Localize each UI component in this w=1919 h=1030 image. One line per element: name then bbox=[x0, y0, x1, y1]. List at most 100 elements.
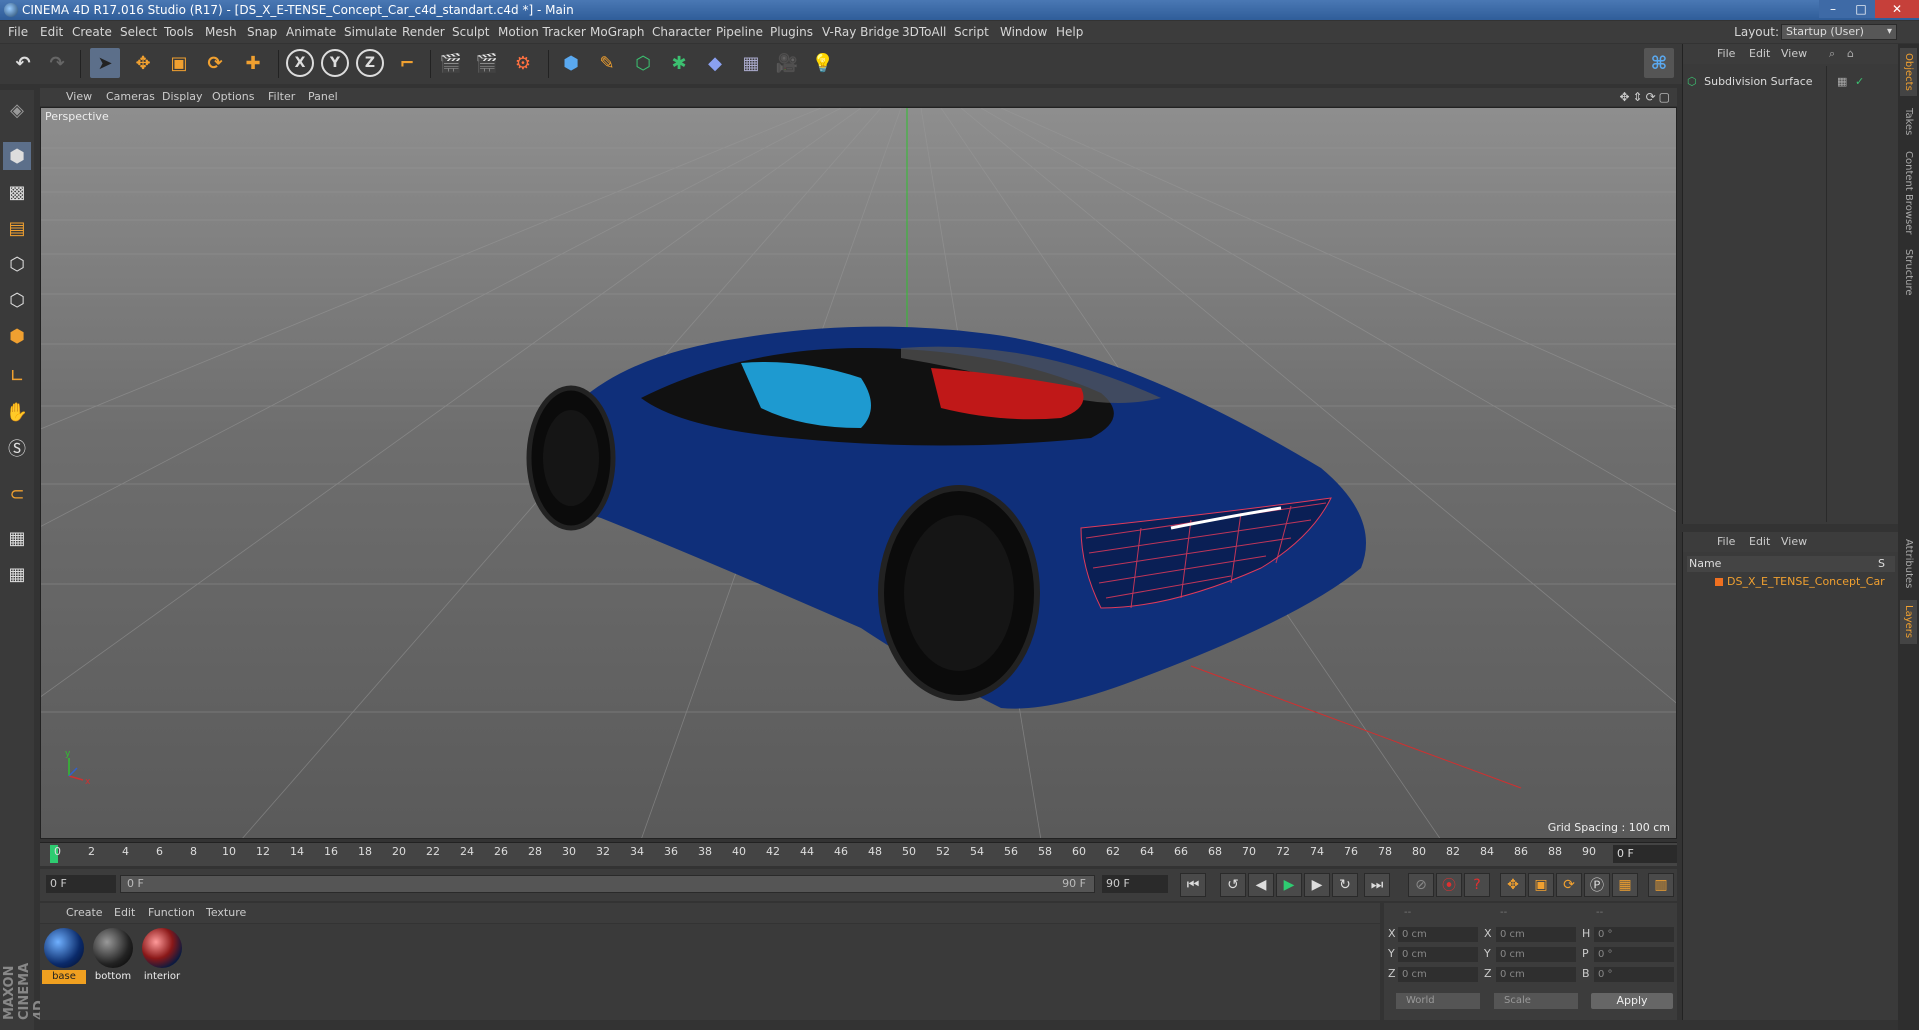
size-z-field[interactable]: 0 cm bbox=[1496, 967, 1576, 982]
tab-structure[interactable]: Structure bbox=[1900, 244, 1917, 300]
position-y-field[interactable]: 0 cm bbox=[1398, 947, 1478, 962]
viewport-menu-options[interactable]: Options bbox=[212, 88, 254, 106]
camera-icon[interactable]: 🎥 bbox=[772, 48, 802, 78]
timeline-window-icon[interactable]: ▥ bbox=[1648, 873, 1674, 897]
lower-menu-view[interactable]: View bbox=[1781, 532, 1807, 552]
model-mode-icon[interactable]: ⬢ bbox=[3, 142, 31, 170]
python-script-icon[interactable]: ⌘ bbox=[1644, 48, 1674, 78]
deformer-icon[interactable]: ◆ bbox=[700, 48, 730, 78]
menu-snap[interactable]: Snap bbox=[247, 21, 277, 43]
object-visibility-icon[interactable]: ▦ bbox=[1837, 74, 1847, 90]
menu-plugins[interactable]: Plugins bbox=[770, 21, 813, 43]
start-frame-field[interactable]: 0 F bbox=[46, 875, 116, 893]
menu-motion-tracker[interactable]: Motion Tracker bbox=[498, 21, 586, 43]
material-menu-edit[interactable]: Edit bbox=[114, 903, 135, 923]
key-parameter-icon[interactable]: Ⓟ bbox=[1584, 873, 1610, 897]
key-scale-icon[interactable]: ▣ bbox=[1528, 873, 1554, 897]
menu-file[interactable]: File bbox=[8, 21, 28, 43]
size-mode-select[interactable]: Scale bbox=[1494, 993, 1578, 1009]
select-arrow-icon[interactable]: ➤ bbox=[90, 48, 120, 78]
snap-icon[interactable]: Ⓢ bbox=[3, 434, 31, 462]
material-menu-texture[interactable]: Texture bbox=[206, 903, 246, 923]
menu-script[interactable]: Script bbox=[954, 21, 989, 43]
previous-frame-icon[interactable]: ◀ bbox=[1248, 873, 1274, 897]
menu-window[interactable]: Window bbox=[1000, 21, 1047, 43]
position-z-field[interactable]: 0 cm bbox=[1398, 967, 1478, 982]
next-keyframe-icon[interactable]: ↻ bbox=[1332, 873, 1358, 897]
undo-icon[interactable]: ↶ bbox=[8, 48, 38, 78]
viewport-menu-panel[interactable]: Panel bbox=[308, 88, 338, 106]
next-frame-icon[interactable]: ▶ bbox=[1304, 873, 1330, 897]
rotation-h-field[interactable]: 0 ° bbox=[1594, 927, 1674, 942]
cube-primitive-icon[interactable]: ⬢ bbox=[556, 48, 586, 78]
lower-menu-file[interactable]: File bbox=[1717, 532, 1735, 552]
menu-pipeline[interactable]: Pipeline bbox=[716, 21, 763, 43]
keyframe-selection-icon[interactable]: ? bbox=[1464, 873, 1490, 897]
end-frame-field[interactable]: 90 F bbox=[1102, 875, 1168, 893]
points-mode-icon[interactable]: ⬡ bbox=[3, 250, 31, 278]
object-home-icon[interactable]: ⌂ bbox=[1847, 44, 1854, 64]
car-model[interactable] bbox=[526, 326, 1366, 709]
polygons-mode-icon[interactable]: ⬢ bbox=[3, 322, 31, 350]
texture-mode-icon[interactable]: ▩ bbox=[3, 178, 31, 206]
object-search-icon[interactable]: ⌕ bbox=[1829, 44, 1835, 64]
maximize-button[interactable]: □ bbox=[1847, 0, 1875, 18]
layout-select[interactable]: Startup (User) bbox=[1781, 24, 1897, 40]
menu-3dtoall[interactable]: 3DToAll bbox=[902, 21, 946, 43]
z-axis-lock-button[interactable]: Z bbox=[356, 49, 384, 77]
material-menu-create[interactable]: Create bbox=[66, 903, 103, 923]
key-rotation-icon[interactable]: ⟳ bbox=[1556, 873, 1582, 897]
material-swatch-base[interactable]: base bbox=[42, 928, 86, 984]
menu-simulate[interactable]: Simulate bbox=[344, 21, 397, 43]
perspective-viewport[interactable]: y x Perspective Grid Spacing : 100 cm bbox=[40, 107, 1677, 839]
subdivision-surface-icon[interactable]: ⬡ bbox=[628, 48, 658, 78]
menu-sculpt[interactable]: Sculpt bbox=[452, 21, 489, 43]
rotate-icon[interactable]: ⟳ bbox=[200, 48, 230, 78]
material-menu-function[interactable]: Function bbox=[148, 903, 195, 923]
name-column-header[interactable]: Name S bbox=[1687, 556, 1895, 572]
record-keys-icon[interactable]: ⊘ bbox=[1408, 873, 1434, 897]
redo-icon[interactable]: ↷ bbox=[42, 48, 72, 78]
menu-render[interactable]: Render bbox=[402, 21, 445, 43]
apply-button[interactable]: Apply bbox=[1591, 993, 1673, 1009]
object-menu-file[interactable]: File bbox=[1717, 44, 1735, 64]
make-editable-icon[interactable]: ◈ bbox=[3, 96, 31, 124]
object-menu-view[interactable]: View bbox=[1781, 44, 1807, 64]
menu-edit[interactable]: Edit bbox=[40, 21, 63, 43]
coordinate-mode-select[interactable]: World bbox=[1396, 993, 1480, 1009]
menu-select[interactable]: Select bbox=[120, 21, 157, 43]
tab-layers[interactable]: Layers bbox=[1900, 600, 1917, 644]
key-pla-icon[interactable]: ▦ bbox=[1612, 873, 1638, 897]
tab-attributes[interactable]: Attributes bbox=[1900, 534, 1917, 594]
render-settings-icon[interactable]: ⚙ bbox=[508, 48, 538, 78]
play-icon[interactable]: ▶ bbox=[1276, 873, 1302, 897]
size-x-field[interactable]: 0 cm bbox=[1496, 927, 1576, 942]
position-x-field[interactable]: 0 cm bbox=[1398, 927, 1478, 942]
tab-objects[interactable]: Objects bbox=[1900, 48, 1917, 96]
lower-menu-edit[interactable]: Edit bbox=[1749, 532, 1770, 552]
coordinate-system-icon[interactable]: ⌐ bbox=[392, 48, 422, 78]
menu-help[interactable]: Help bbox=[1056, 21, 1083, 43]
menu-create[interactable]: Create bbox=[72, 21, 112, 43]
object-row-subdivision-surface[interactable]: ⬡ Subdivision Surface ▦ ✓ bbox=[1687, 74, 1895, 90]
menu-mesh[interactable]: Mesh bbox=[205, 21, 237, 43]
object-menu-edit[interactable]: Edit bbox=[1749, 44, 1770, 64]
spline-pen-icon[interactable]: ✎ bbox=[592, 48, 622, 78]
current-frame-field[interactable]: 0 F bbox=[1613, 845, 1677, 863]
menu-character[interactable]: Character bbox=[652, 21, 711, 43]
x-axis-lock-button[interactable]: X bbox=[286, 49, 314, 77]
object-row-ds-x-e-tense[interactable]: DS_X_E_TENSE_Concept_Car bbox=[1687, 574, 1895, 590]
viewport-menu-display[interactable]: Display bbox=[162, 88, 203, 106]
material-swatch-bottom[interactable]: bottom bbox=[91, 928, 135, 984]
material-swatch-interior[interactable]: interior bbox=[140, 928, 184, 984]
locked-workplane-icon[interactable]: ▦ bbox=[3, 524, 31, 552]
go-to-start-icon[interactable]: ⏮ bbox=[1180, 873, 1206, 897]
workplane-mode-icon[interactable]: ▤ bbox=[3, 214, 31, 242]
transform-icon[interactable]: ✚ bbox=[238, 48, 268, 78]
tweak-mode-icon[interactable]: ✋ bbox=[3, 398, 31, 426]
mograph-cloner-icon[interactable]: ✱ bbox=[664, 48, 694, 78]
viewport-menu-cameras[interactable]: Cameras bbox=[106, 88, 155, 106]
menu-animate[interactable]: Animate bbox=[286, 21, 336, 43]
frame-range-slider[interactable]: 0 F 90 F bbox=[120, 875, 1095, 893]
minimize-button[interactable]: – bbox=[1819, 0, 1847, 18]
